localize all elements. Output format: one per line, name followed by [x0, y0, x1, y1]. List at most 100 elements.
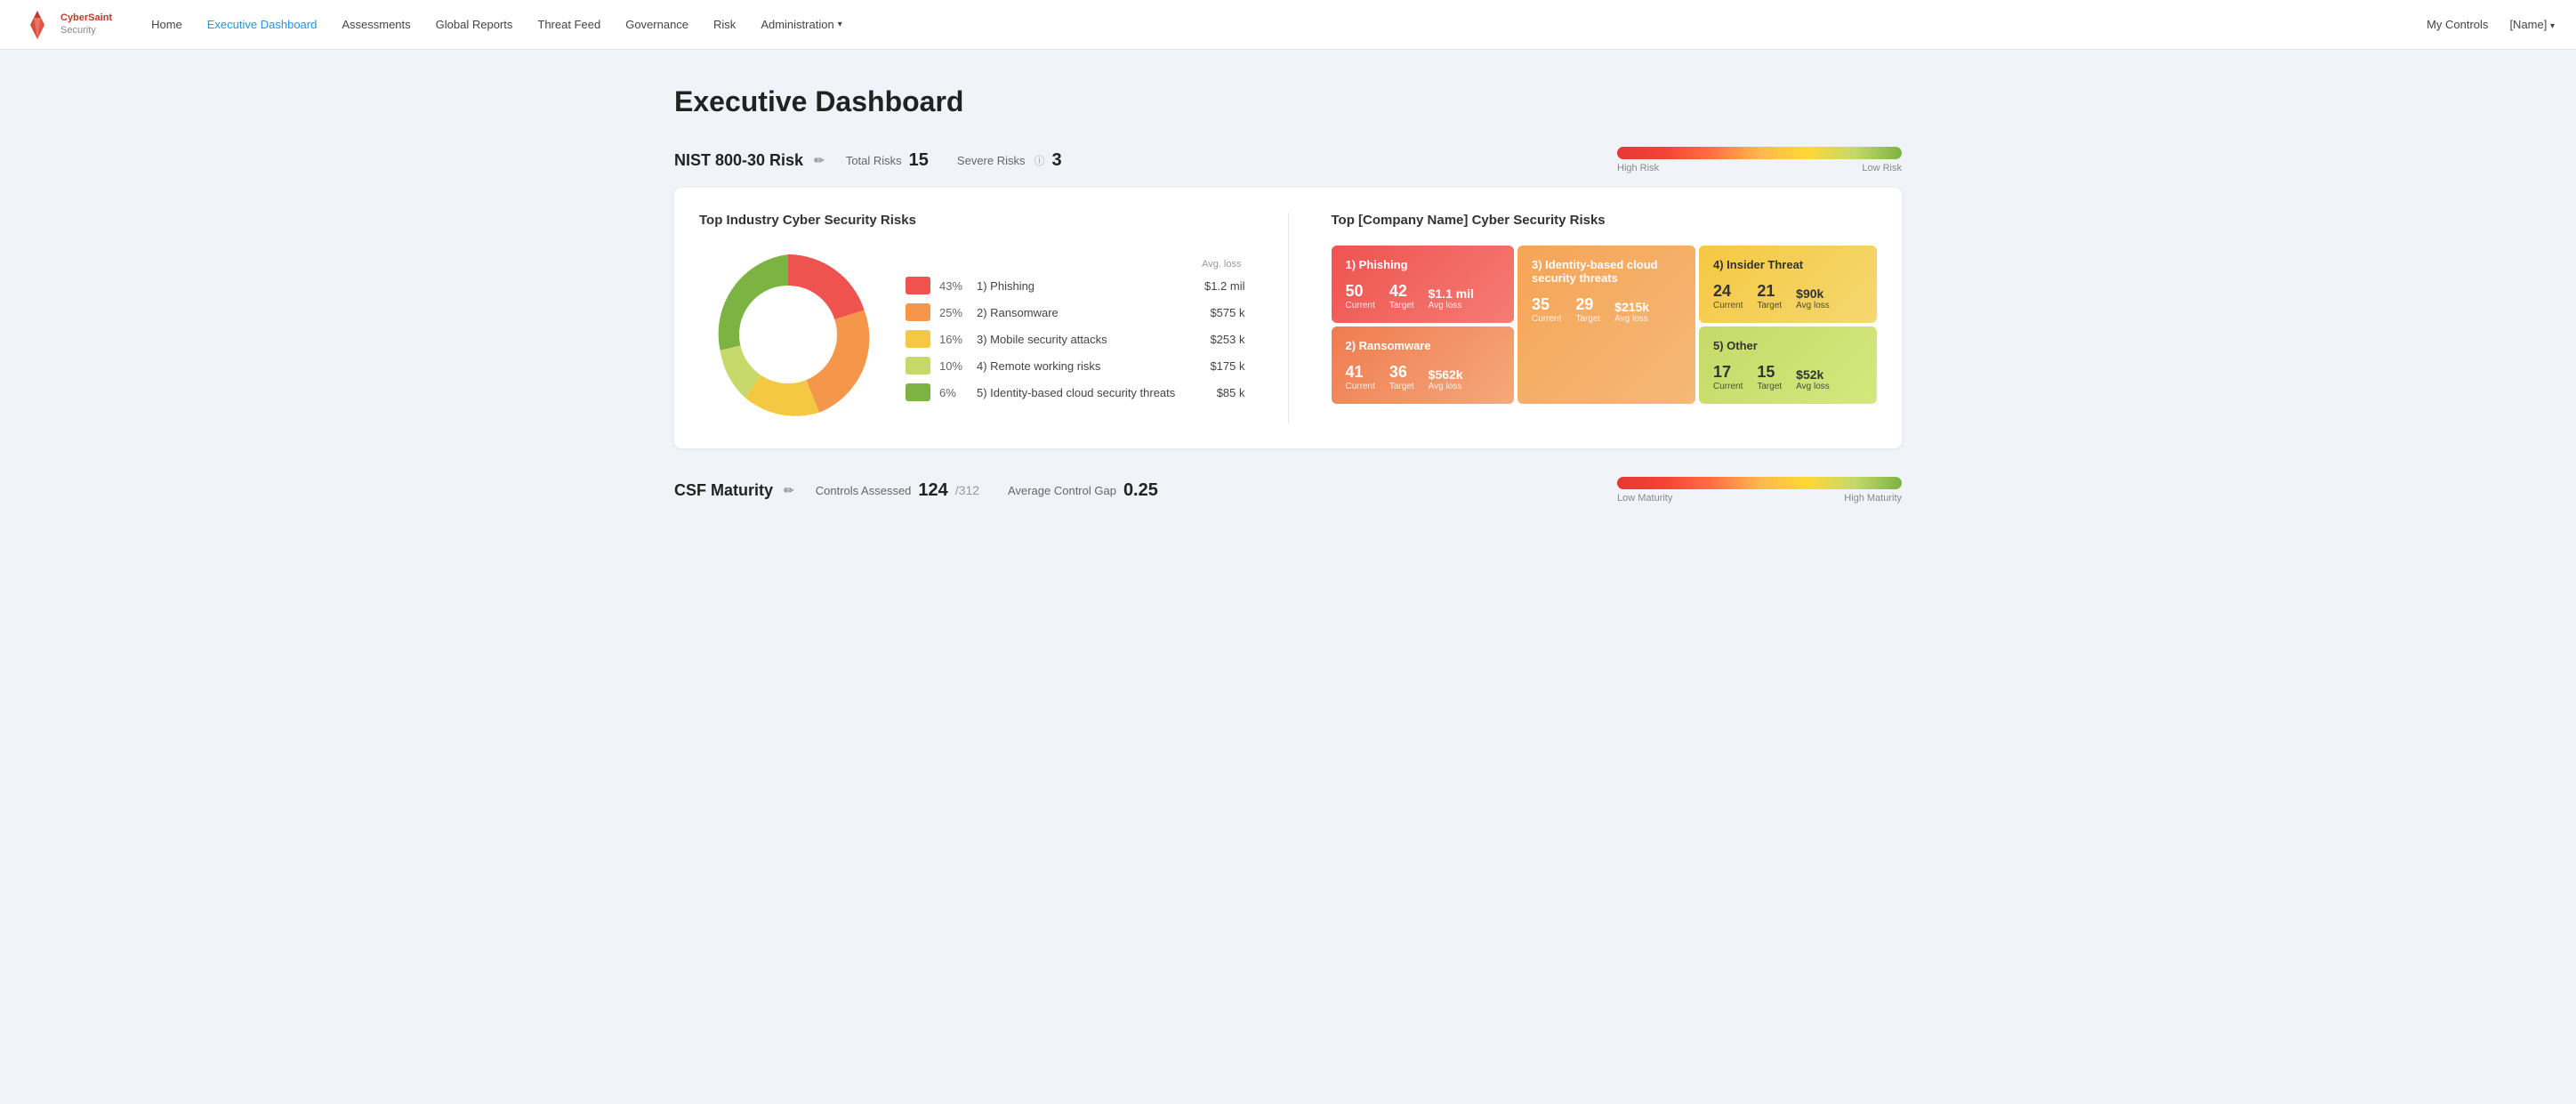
nist-section-header: NIST 800-30 Risk ✏ Total Risks 15 Severe…: [674, 147, 1902, 173]
legend-color-swatch: [906, 330, 930, 348]
maturity-gradient: Low Maturity High Maturity: [1617, 477, 1902, 504]
donut-svg: [699, 246, 877, 423]
legend-pct: 25%: [939, 306, 968, 319]
tile-avg-loss-insider: $90k Avg loss: [1796, 286, 1830, 310]
risk-tile-insider[interactable]: 4) Insider Threat 24 Current 21 Target $…: [1699, 246, 1877, 323]
user-dropdown-icon: ▾: [2550, 21, 2555, 31]
tile-stats-insider: 24 Current 21 Target $90k Avg loss: [1713, 282, 1863, 310]
page-title: Executive Dashboard: [674, 85, 1902, 118]
nav-executive-dashboard[interactable]: Executive Dashboard: [197, 11, 328, 38]
industry-panel-title: Top Industry Cyber Security Risks: [699, 213, 1245, 228]
severe-risks-label: Severe Risks: [957, 154, 1026, 167]
nav-right: My Controls [Name] ▾: [2427, 18, 2555, 31]
nist-stats: Total Risks 15 Severe Risks ⓘ 3: [846, 150, 1062, 171]
legend-item: 10% 4) Remote working risks $175 k: [906, 357, 1245, 375]
tile-avg-loss-other: $52k Avg loss: [1796, 367, 1830, 391]
nav-risk[interactable]: Risk: [703, 11, 746, 38]
high-risk-label: High Risk: [1617, 163, 1659, 173]
csf-edit-icon[interactable]: ✏: [784, 483, 794, 498]
chart-legend-row: Avg. loss 43% 1) Phishing $1.2 mil 25% 2…: [699, 246, 1245, 423]
avg-control-gap-value: 0.25: [1123, 480, 1158, 501]
legend-item: 6% 5) Identity-based cloud security thre…: [906, 383, 1245, 401]
legend-item: 43% 1) Phishing $1.2 mil: [906, 277, 1245, 294]
tile-target-phishing: 42 Target: [1389, 282, 1414, 310]
tile-name-phishing: 1) Phishing: [1346, 258, 1501, 271]
controls-total: /312: [955, 483, 979, 497]
legend-color-swatch: [906, 303, 930, 321]
legend-name: 4) Remote working risks: [977, 359, 1183, 373]
user-menu[interactable]: [Name] ▾: [2509, 18, 2555, 31]
tile-target-ransomware: 36 Target: [1389, 363, 1414, 391]
risk-tile-ransomware[interactable]: 2) Ransomware 41 Current 36 Target $562k…: [1332, 326, 1515, 404]
industry-panel: Top Industry Cyber Security Risks: [699, 213, 1245, 423]
tile-avg-loss-phishing: $1.1 mil Avg loss: [1429, 286, 1474, 310]
tile-avg-loss-identity: $215k Avg loss: [1614, 300, 1649, 324]
nist-title: NIST 800-30 Risk: [674, 151, 803, 170]
avg-control-gap-stat: Average Control Gap 0.25: [1008, 480, 1158, 501]
company-panel: Top [Company Name] Cyber Security Risks …: [1332, 213, 1878, 423]
legend-pct: 6%: [939, 386, 968, 399]
total-risks-stat: Total Risks 15: [846, 150, 929, 171]
legend-name: 1) Phishing: [977, 279, 1183, 293]
tile-target-insider: 21 Target: [1757, 282, 1782, 310]
donut-chart: [699, 246, 877, 423]
tile-name-identity: 3) Identity-based cloud security threats: [1532, 258, 1681, 285]
severe-risks-value: 3: [1052, 150, 1062, 171]
nav-home[interactable]: Home: [141, 11, 193, 38]
risk-tile-other[interactable]: 5) Other 17 Current 15 Target $52k Avg l…: [1699, 326, 1877, 404]
avg-control-gap-label: Average Control Gap: [1008, 484, 1116, 497]
legend-name: 3) Mobile security attacks: [977, 333, 1183, 346]
legend-pct: 16%: [939, 333, 968, 346]
nav-governance[interactable]: Governance: [615, 11, 699, 38]
legend-item: 25% 2) Ransomware $575 k: [906, 303, 1245, 321]
legend: Avg. loss 43% 1) Phishing $1.2 mil 25% 2…: [906, 259, 1245, 410]
controls-assessed-label: Controls Assessed: [816, 484, 912, 497]
nav-assessments[interactable]: Assessments: [331, 11, 421, 38]
legend-name: 2) Ransomware: [977, 306, 1183, 319]
maturity-gradient-bar: [1617, 477, 1902, 489]
tile-target-other: 15 Target: [1757, 363, 1782, 391]
risk-tiles: 1) Phishing 50 Current 42 Target $1.1 mi…: [1332, 246, 1878, 404]
maturity-gradient-labels: Low Maturity High Maturity: [1617, 493, 1902, 504]
controls-assessed-value: 124: [918, 480, 947, 501]
risk-tile-identity[interactable]: 3) Identity-based cloud security threats…: [1517, 246, 1695, 404]
legend-pct: 43%: [939, 279, 968, 293]
nav-threat-feed[interactable]: Threat Feed: [527, 11, 611, 38]
high-maturity-label: High Maturity: [1844, 493, 1902, 504]
tile-stats-phishing: 50 Current 42 Target $1.1 mil Avg loss: [1346, 282, 1501, 310]
controls-assessed-stat: Controls Assessed 124 /312: [816, 480, 979, 501]
nav-administration[interactable]: Administration ▾: [750, 11, 852, 38]
tile-current-ransomware: 41 Current: [1346, 363, 1375, 391]
legend-items: 43% 1) Phishing $1.2 mil 25% 2) Ransomwa…: [906, 277, 1245, 401]
total-risks-value: 15: [909, 150, 929, 171]
legend-pct: 10%: [939, 359, 968, 373]
total-risks-label: Total Risks: [846, 154, 902, 167]
tile-name-insider: 4) Insider Threat: [1713, 258, 1863, 271]
severe-risks-stat: Severe Risks ⓘ 3: [957, 150, 1062, 171]
tile-name-other: 5) Other: [1713, 339, 1863, 352]
tile-stats-ransomware: 41 Current 36 Target $562k Avg loss: [1346, 363, 1501, 391]
navbar: CyberSaint Security Home Executive Dashb…: [0, 0, 2576, 50]
risk-tile-phishing[interactable]: 1) Phishing 50 Current 42 Target $1.1 mi…: [1332, 246, 1515, 323]
legend-name: 5) Identity-based cloud security threats: [977, 386, 1183, 399]
card-inner: Top Industry Cyber Security Risks: [699, 213, 1877, 423]
risk-gradient-labels: High Risk Low Risk: [1617, 163, 1902, 173]
my-controls-link[interactable]: My Controls: [2427, 18, 2488, 31]
nav-global-reports[interactable]: Global Reports: [425, 11, 524, 38]
nav-links: Home Executive Dashboard Assessments Glo…: [141, 11, 2427, 38]
tile-current-phishing: 50 Current: [1346, 282, 1375, 310]
tile-stats-other: 17 Current 15 Target $52k Avg loss: [1713, 363, 1863, 391]
legend-avg-loss: $1.2 mil: [1192, 279, 1245, 293]
legend-avg-loss-header: Avg. loss: [906, 259, 1245, 270]
tile-stats-identity: 35 Current 29 Target $215k Avg loss: [1532, 295, 1681, 324]
company-panel-title: Top [Company Name] Cyber Security Risks: [1332, 213, 1878, 228]
tile-current-insider: 24 Current: [1713, 282, 1743, 310]
panel-divider: [1288, 213, 1289, 423]
nist-edit-icon[interactable]: ✏: [814, 153, 825, 168]
legend-color-swatch: [906, 357, 930, 375]
logo: CyberSaint Security: [21, 9, 112, 41]
csf-title: CSF Maturity: [674, 481, 773, 500]
risk-gradient-bar: [1617, 147, 1902, 159]
low-maturity-label: Low Maturity: [1617, 493, 1672, 504]
tile-name-ransomware: 2) Ransomware: [1346, 339, 1501, 352]
